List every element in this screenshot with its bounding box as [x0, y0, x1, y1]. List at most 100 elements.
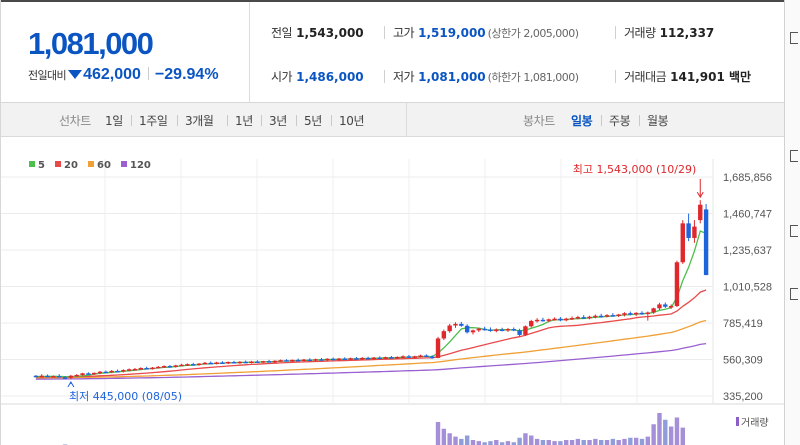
price-summary: 1,081,000 전일대비 462,000 −29.94%	[1, 2, 250, 103]
candle-body	[476, 328, 482, 331]
candle-body	[540, 319, 546, 322]
candle-body	[202, 362, 208, 365]
candle-tab-monthly[interactable]: 월봉	[647, 112, 669, 129]
quote-label: 저가	[393, 70, 415, 84]
candle-body	[255, 361, 260, 363]
candle-body	[377, 357, 382, 360]
candle-body	[57, 376, 62, 378]
candle-body	[406, 356, 412, 358]
candle-body	[459, 323, 464, 326]
candle-body	[371, 357, 377, 360]
candle-body	[208, 362, 213, 365]
candle-body	[214, 362, 219, 364]
volume-bar	[663, 419, 668, 445]
period-tab-1w[interactable]: 1주일	[139, 112, 168, 129]
volume-bar	[610, 438, 616, 445]
volume-bar	[540, 440, 546, 445]
y-tick-label: 1,010,528	[723, 282, 772, 294]
candle-body	[622, 313, 627, 315]
volume-bar	[575, 438, 581, 445]
candle-body	[319, 359, 324, 361]
candle-body	[511, 329, 516, 331]
period-tab-1y[interactable]: 1년	[235, 112, 253, 129]
candle-body	[185, 364, 190, 366]
quote-label: 거래대금	[624, 70, 667, 84]
candle-body	[505, 329, 511, 331]
volume-bar	[587, 440, 592, 445]
divider	[147, 67, 149, 80]
current-price: 1,081,000	[28, 26, 154, 61]
y-tick-label: 560,309	[723, 355, 763, 367]
candle-body	[389, 357, 394, 359]
candle-body	[91, 372, 97, 375]
candle-body	[109, 370, 114, 373]
candle-body	[173, 365, 178, 367]
quote-value: 1,519,000	[418, 26, 486, 40]
quote-low: 저가 1,081,000 (하한가 1,081,000)	[393, 68, 579, 85]
candle-body	[115, 370, 120, 373]
volume-bar	[441, 428, 447, 445]
panel-marker	[790, 32, 798, 44]
line-chart-label: 선차트	[59, 114, 91, 128]
candle-body	[517, 330, 522, 335]
candle-body	[307, 359, 313, 362]
candle-body	[196, 363, 202, 366]
quote-value: 1,081,000	[418, 70, 486, 84]
divider	[601, 115, 602, 126]
volume-bar	[546, 440, 551, 445]
quote-label: 시가	[271, 70, 293, 84]
volume-bar	[668, 426, 674, 445]
volume-bar	[581, 440, 586, 445]
candle-body	[663, 304, 668, 307]
candle-body	[499, 329, 505, 332]
candle-body	[628, 313, 633, 315]
candle-body	[62, 377, 68, 379]
period-tab-10y[interactable]: 10년	[339, 112, 365, 129]
period-tab-3y[interactable]: 3년	[269, 112, 287, 129]
divider	[227, 115, 228, 126]
candle-tab-daily[interactable]: 일봉	[571, 112, 593, 129]
candle-body	[453, 323, 458, 326]
candle-body	[150, 367, 155, 370]
divider	[615, 70, 616, 83]
candle-body	[167, 366, 173, 368]
candle-body	[598, 315, 604, 318]
candle-body	[243, 361, 248, 364]
quote-header: 1,081,000 전일대비 462,000 −29.94% 전일 1,543,000…	[1, 0, 785, 103]
candle-body	[191, 364, 196, 366]
candle-body	[97, 371, 103, 374]
volume-bar	[435, 422, 441, 445]
candle-body	[651, 308, 656, 313]
candle-body	[156, 366, 161, 369]
panel-marker	[790, 150, 798, 162]
candle-body	[33, 375, 39, 378]
volume-bar	[657, 413, 662, 445]
volume-bar	[447, 433, 452, 445]
volume-bar	[459, 438, 464, 445]
divider	[331, 115, 332, 126]
candle-body	[429, 356, 435, 359]
change-amount: 462,000	[83, 66, 141, 83]
quote-open: 시가 1,486,000	[271, 68, 364, 85]
candle-body	[383, 357, 388, 359]
candle-tab-weekly[interactable]: 주봉	[609, 112, 631, 129]
divider	[261, 115, 262, 126]
candle-body	[121, 370, 126, 372]
candle-body	[266, 361, 272, 363]
candle-body	[441, 331, 447, 339]
candle-body	[290, 359, 295, 362]
candle-body	[354, 358, 359, 360]
volume-bar	[464, 435, 470, 445]
candle-body	[336, 358, 342, 361]
volume-bar	[569, 440, 575, 445]
period-tab-3m[interactable]: 3개월	[185, 112, 214, 129]
candlestick-chart: 1,685,856 1,460,747 1,235,637 1,010,528 785,…	[1, 159, 785, 445]
candle-body	[231, 361, 237, 364]
period-tab-5y[interactable]: 5년	[304, 112, 322, 129]
period-tab-1d[interactable]: 1일	[105, 112, 123, 129]
quote-value: 141,901 백만	[670, 70, 752, 84]
volume-bar	[505, 441, 511, 445]
volume-bar	[529, 435, 534, 445]
candle-body	[639, 312, 645, 315]
change-label: 전일대비	[28, 69, 67, 82]
